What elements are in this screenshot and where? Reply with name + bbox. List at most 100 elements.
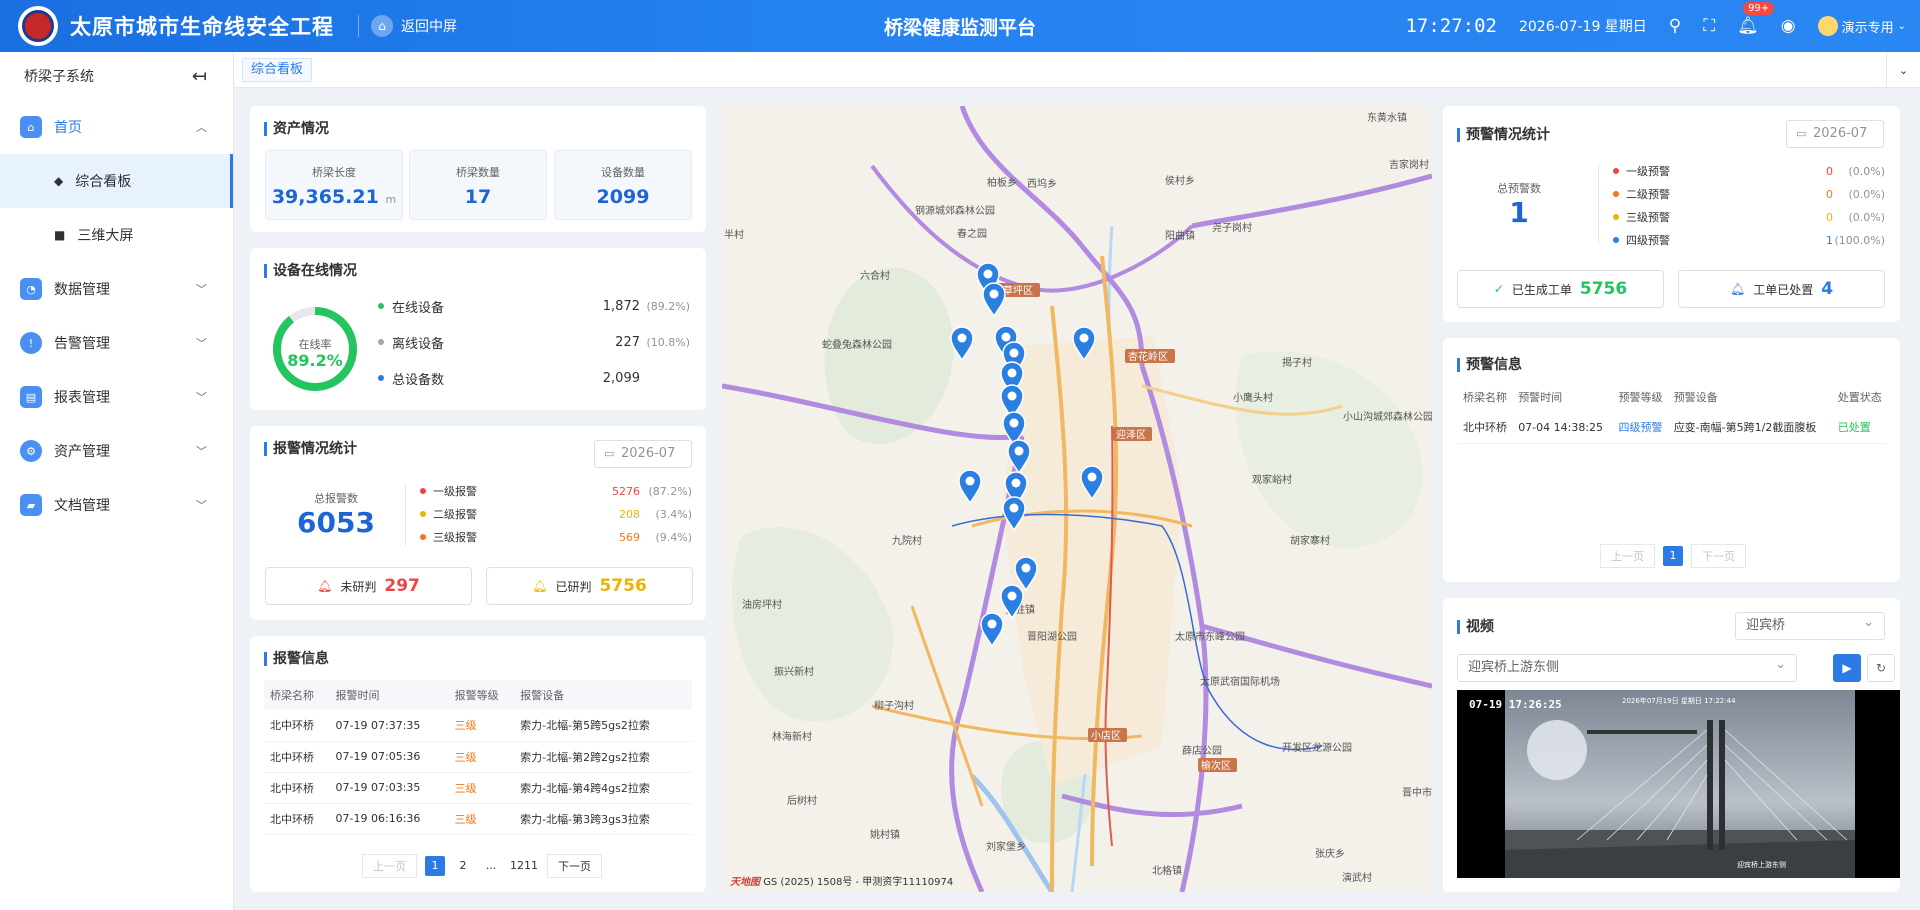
tab-dashboard[interactable]: 综合看板: [242, 58, 313, 82]
chevron-down-icon: ﹀: [196, 445, 207, 458]
bridge-map[interactable]: 泥屯镇东黄水镇吉家岗村柏板乡西坞乡侯村乡阳曲镇尧子岗村钢源城郊森林公园春之园六合…: [722, 106, 1432, 892]
button-count: 4: [1821, 279, 1834, 299]
bell-icon[interactable]: 🔔︎ 99+: [1737, 2, 1775, 36]
map-place-label: 晋阳湖公园: [1027, 631, 1077, 643]
map-place-label: 林海新村: [772, 730, 812, 743]
page-ellipsis[interactable]: ...: [481, 856, 501, 876]
sidebar-item-asset[interactable]: ⚙ 资产管理 ﹀: [0, 424, 233, 478]
page-1[interactable]: 1: [1663, 546, 1683, 566]
column-header: 预警时间: [1512, 382, 1613, 412]
table-row[interactable]: 北中环桥 07-19 07:37:35 三级 索力-北幅-第5跨5gs2拉索: [264, 710, 692, 742]
map-place-label: 小店区: [1091, 729, 1121, 742]
legend-offline: 离线设备 227 (10.8%): [378, 332, 690, 352]
sidebar-item-home[interactable]: ⌂ 首页 ︿: [0, 100, 233, 154]
warning-level-row: 一级预警 0 (0.0%): [1613, 162, 1885, 180]
map-place-label: 观家峪村: [1252, 473, 1292, 486]
sidebar-item-data[interactable]: ◔ 数据管理 ﹀: [0, 262, 233, 316]
prev-page-button[interactable]: 上一页: [1600, 544, 1655, 568]
level-label: 二级预警: [1626, 188, 1670, 201]
collapse-sidebar-icon[interactable]: ↤: [192, 66, 207, 87]
column-header: 报警等级: [448, 680, 515, 710]
home-icon: ⌂: [371, 15, 393, 37]
play-button[interactable]: ▶: [1833, 654, 1861, 682]
warning-month-picker[interactable]: 2026-07: [1786, 120, 1884, 148]
shirt-icon[interactable]: ◉: [1781, 16, 1796, 36]
highway: [959, 106, 1145, 367]
page-2[interactable]: 2: [453, 856, 473, 876]
video-player[interactable]: 07-19 17:26:25 2026年07月19日 星期日 17:22:44 …: [1457, 690, 1900, 878]
bell-icon: 🔔︎: [532, 579, 548, 593]
cell-level: 三级: [448, 741, 515, 773]
bridge-marker[interactable]: [958, 469, 982, 505]
chevron-down-icon[interactable]: ⌄: [1886, 52, 1920, 88]
date-display: 2026-07-19 星期日: [1518, 19, 1647, 35]
level-label: 四级预警: [1626, 234, 1670, 247]
camera-select[interactable]: 迎宾桥上游东侧: [1457, 652, 1797, 682]
map-pin-dot: [1087, 472, 1097, 482]
refresh-button[interactable]: ↻: [1867, 654, 1895, 682]
cell-time: 07-19 07:03:35: [329, 772, 449, 804]
prev-page-button[interactable]: 上一页: [362, 854, 417, 878]
sidebar-subitem-dashboard[interactable]: ◆ 综合看板: [0, 154, 233, 208]
map-pin-dot: [1007, 591, 1017, 601]
legend-online: 在线设备 1,872 (89.2%): [378, 296, 690, 316]
page-last[interactable]: 1211: [509, 856, 539, 876]
sidebar-item-report[interactable]: ▤ 报表管理 ﹀: [0, 370, 233, 424]
table-row[interactable]: 北中环桥 07-19 07:03:35 三级 索力-北幅-第4跨4gs2拉索: [264, 772, 692, 804]
level-pct: (0.0%): [1848, 164, 1885, 178]
level-pct: (87.2%): [648, 484, 692, 498]
map-place-label: 油房坪村: [742, 598, 782, 611]
report-icon: ▤: [20, 386, 42, 408]
page-1[interactable]: 1: [425, 856, 445, 876]
table-row[interactable]: 北中环桥 07-19 06:16:36 三级 索力-北幅-第3跨3gs3拉索: [264, 803, 692, 835]
cell-level: 三级: [448, 710, 515, 742]
bridge-select[interactable]: 迎宾桥: [1735, 610, 1885, 640]
sidebar-subitem-3d-screen[interactable]: ■ 三维大屏: [0, 208, 233, 262]
bridge-marker[interactable]: [980, 612, 1004, 648]
sidebar-item-alarm[interactable]: ! 告警管理 ﹀: [0, 316, 233, 370]
alarm-month-picker[interactable]: 2026-07: [594, 440, 692, 468]
table-row[interactable]: 北中环桥 07-04 14:38:25 四级预警 应变-南幅-第5跨1/2截面腹…: [1457, 412, 1887, 444]
legend-label: 离线设备: [392, 336, 445, 352]
user-name: 演示专用: [1841, 20, 1894, 36]
level-num: 208: [619, 507, 640, 521]
bridge-marker[interactable]: [982, 282, 1006, 318]
map-pin-dot: [1009, 503, 1019, 513]
column-header: 处置状态: [1831, 382, 1887, 412]
stat-value: 39,365.21: [271, 186, 379, 208]
map-place-label: 杏花岭区: [1128, 350, 1168, 363]
map-logo: 天地图: [730, 877, 760, 888]
cell-level: 三级: [448, 803, 515, 835]
sidebar-item-label: 告警管理: [54, 336, 110, 352]
main-road: [910, 605, 984, 807]
level-pct: (100.0%): [1834, 233, 1885, 247]
chevron-down-icon: ﹀: [196, 283, 207, 296]
cell-bridge: 北中环桥: [1457, 412, 1513, 444]
fullscreen-icon[interactable]: ⛶: [1703, 16, 1715, 36]
map-place-label: 九院村: [892, 534, 922, 547]
next-page-button[interactable]: 下一页: [1691, 544, 1746, 568]
table-row[interactable]: 北中环桥 07-19 07:05:36 三级 索力-北幅-第2跨2gs2拉索: [264, 741, 692, 773]
stat-unit: m: [385, 193, 397, 206]
user-menu[interactable]: 演示专用 ⌄: [1817, 16, 1906, 36]
terrain-area: [1235, 351, 1423, 548]
sidebar-item-document[interactable]: ▰ 文档管理 ﹀: [0, 478, 233, 532]
map-place-label: 振兴新村: [774, 665, 814, 678]
chevron-down-icon: ⌄: [1897, 20, 1906, 32]
map-pin-icon: [950, 326, 974, 362]
return-home-button[interactable]: ⌂ 返回中屏: [358, 15, 457, 37]
button-label: 已生成工单: [1511, 282, 1572, 297]
unjudged-button[interactable]: 🔔︎ 未研判 297: [265, 567, 472, 605]
search-icon[interactable]: ⚲: [1669, 16, 1681, 36]
next-page-button[interactable]: 下一页: [547, 854, 602, 878]
workorder-button[interactable]: ✓ 已生成工单 5756: [1457, 270, 1664, 308]
level-label: 二级报警: [433, 508, 477, 521]
bridge-marker[interactable]: [950, 326, 974, 362]
handled-button[interactable]: 🔔︎ 工单已处置 4: [1678, 270, 1885, 308]
map-pin-icon: [980, 612, 1004, 648]
column-header: 桥梁名称: [1457, 382, 1513, 412]
judged-button[interactable]: 🔔︎ 已研判 5756: [486, 567, 693, 605]
map-place-label: 尧子岗村: [1212, 221, 1252, 234]
dashboard-icon: ◆: [54, 174, 64, 188]
map-canvas[interactable]: 泥屯镇东黄水镇吉家岗村柏板乡西坞乡侯村乡阳曲镇尧子岗村钢源城郊森林公园春之园六合…: [722, 106, 1432, 892]
